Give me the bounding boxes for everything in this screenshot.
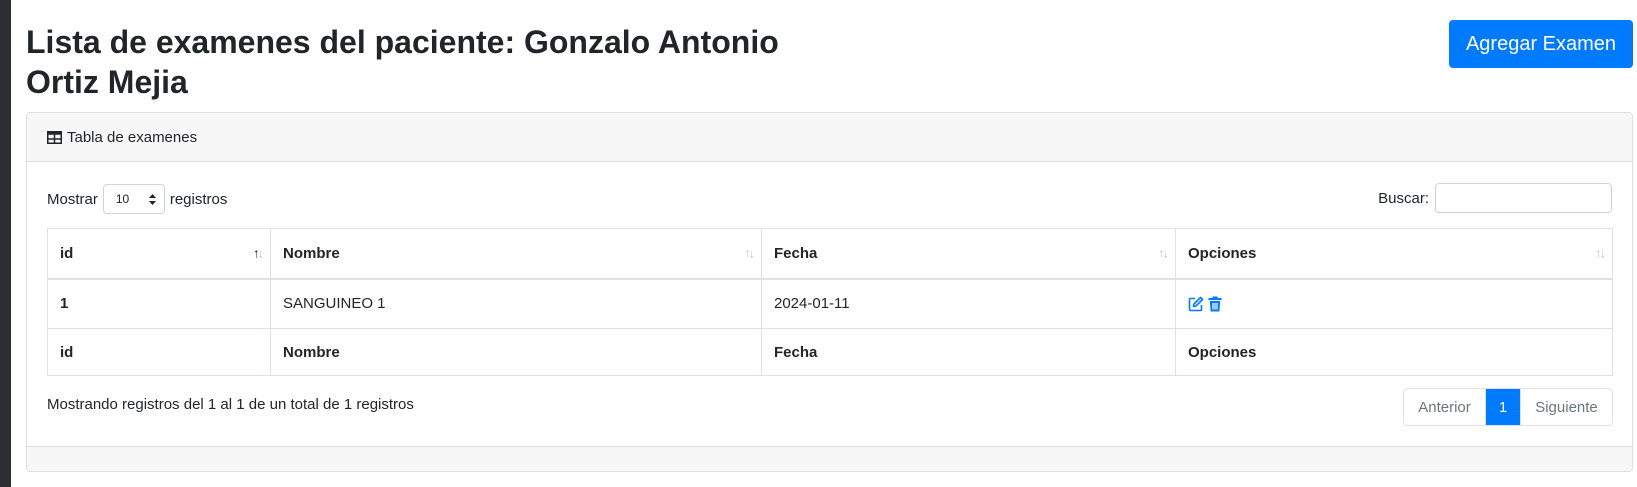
select-arrows-icon [148, 193, 156, 205]
card-footer [27, 446, 1632, 471]
column-header-id[interactable]: id ↑↓ [47, 228, 271, 280]
cell-nombre: SANGUINEO 1 [270, 278, 762, 329]
sort-icon: ↑↓ [744, 245, 755, 261]
sort-icon: ↑↓ [253, 245, 264, 261]
pagination-page-1[interactable]: 1 [1486, 389, 1520, 425]
column-header-nombre[interactable]: Nombre ↑↓ [270, 228, 762, 280]
table-footer-row: id Nombre Fecha Opciones [47, 328, 1613, 376]
exams-table: id ↑↓ Nombre ↑↓ Fecha ↑↓ Opciones ↑↓ 1 S… [47, 228, 1613, 376]
search-input[interactable] [1435, 183, 1612, 213]
table-row: 1 SANGUINEO 1 2024-01-11 [47, 278, 1613, 329]
cell-id: 1 [47, 278, 271, 329]
sort-icon: ↑↓ [1595, 245, 1606, 261]
footer-nombre: Nombre [270, 328, 762, 376]
window-edge [0, 0, 11, 487]
search-control: Buscar: [1378, 183, 1612, 213]
column-header-fecha[interactable]: Fecha ↑↓ [761, 228, 1176, 280]
add-exam-button[interactable]: Agregar Examen [1449, 20, 1633, 68]
table-info: Mostrando registros del 1 al 1 de un tot… [47, 396, 414, 413]
page-title: Lista de examenes del paciente: Gonzalo … [26, 24, 779, 100]
cell-opciones [1175, 278, 1613, 329]
sort-icon: ↑↓ [1158, 245, 1169, 261]
pagination: Anterior 1 Siguiente [1403, 388, 1613, 426]
length-control: Mostrar 10 registros [47, 184, 227, 214]
page-length-value: 10 [115, 192, 130, 206]
page-length-select[interactable]: 10 [102, 184, 165, 214]
column-header-opciones[interactable]: Opciones ↑↓ [1175, 228, 1613, 280]
search-label: Buscar: [1378, 189, 1429, 207]
footer-id: id [47, 328, 271, 376]
table-icon [47, 130, 62, 144]
table-header-row: id ↑↓ Nombre ↑↓ Fecha ↑↓ Opciones ↑↓ [47, 228, 1613, 280]
trash-icon[interactable] [1208, 296, 1222, 312]
length-prefix: Mostrar [47, 190, 98, 208]
edit-icon[interactable] [1188, 296, 1204, 312]
card-header-label: Tabla de examenes [67, 128, 198, 146]
footer-opciones: Opciones [1175, 328, 1613, 376]
pagination-next[interactable]: Siguiente [1520, 389, 1612, 425]
card-header: Tabla de examenes [27, 113, 1632, 162]
length-suffix: registros [169, 190, 228, 208]
exams-card: Tabla de examenes Mostrar 10 registros B… [26, 112, 1633, 472]
footer-fecha: Fecha [761, 328, 1176, 376]
pagination-previous[interactable]: Anterior [1404, 389, 1486, 425]
cell-fecha: 2024-01-11 [761, 278, 1176, 329]
